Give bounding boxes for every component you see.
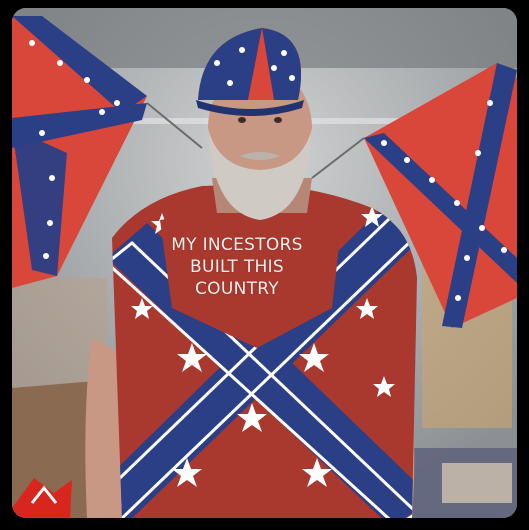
- shirt-slogan: MY INCESTORS BUILT THIS COUNTRY: [157, 234, 317, 300]
- shirt-slogan-line-3: COUNTRY: [194, 279, 279, 299]
- left-eye: [238, 117, 246, 123]
- shirt-slogan-line-1: MY INCESTORS: [171, 235, 303, 255]
- right-eye: [274, 117, 282, 123]
- merchandise-items: [442, 463, 512, 503]
- photo-frame: MY INCESTORS BUILT THIS COUNTRY: [12, 8, 517, 518]
- shirt-slogan-line-2: BUILT THIS: [189, 257, 284, 277]
